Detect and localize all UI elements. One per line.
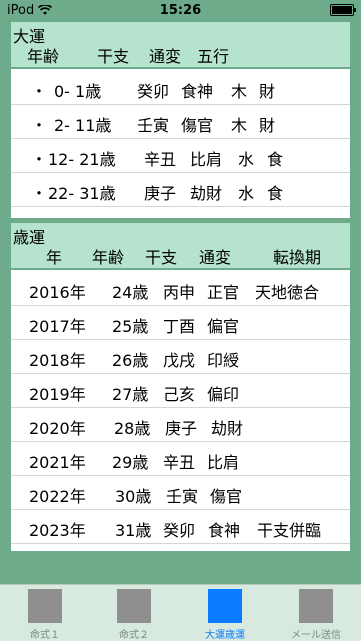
taiun-header: 大運 年齢 干支 通変 五行: [11, 22, 350, 67]
age: 29歳: [112, 453, 149, 472]
year: 2017年: [29, 317, 86, 336]
tab-taiun-saiun[interactable]: 大運歳運: [185, 589, 265, 641]
tab-meishiki2[interactable]: 命式２: [94, 589, 174, 641]
tab-label: 命式１: [30, 630, 60, 641]
taiun-col-tsuhen: 通変: [149, 47, 182, 66]
bullet: ・: [31, 150, 48, 169]
tsuhen: 食神: [208, 521, 241, 540]
taiun-col-age: 年齢: [27, 47, 60, 66]
kanshi: 壬寅: [166, 487, 199, 506]
saiun-row[interactable]: 2017年 25歳 丁酉 偏官: [11, 306, 350, 340]
age-range: 22- 31歳: [48, 184, 116, 203]
tsuhen: 正官: [207, 283, 240, 302]
kanshi: 丙申: [163, 283, 196, 302]
taiun-row[interactable]: ・ 2- 11歳 壬寅 傷官 木 財: [11, 105, 350, 139]
kanshi: 癸卯: [137, 82, 170, 101]
saiun-title: 歳運: [13, 228, 46, 247]
saiun-col-kanshi: 干支: [145, 248, 178, 267]
bullet: ・: [31, 116, 48, 135]
kanshi: 辛丑: [144, 150, 177, 169]
taiun-list[interactable]: ・ 0- 1歳 癸卯 食神 木 財 ・ 2- 11歳 壬寅 傷官 木 財 ・ 1…: [11, 69, 350, 218]
saiun-row[interactable]: 2019年 27歳 己亥 偏印: [11, 374, 350, 408]
taiun-row[interactable]: ・ 12- 21歳 辛丑 比肩 水 食: [11, 139, 350, 173]
age: 24歳: [112, 283, 149, 302]
year: 2022年: [29, 487, 86, 506]
age-range: 12- 21歳: [48, 150, 116, 169]
taiun-col-gogyo: 五行: [197, 47, 230, 66]
age: 31歳: [115, 521, 152, 540]
saiun-col-year: 年: [46, 248, 63, 267]
gogyo-element: 木: [231, 116, 248, 135]
age: 27歳: [112, 385, 149, 404]
tab-label: 大運歳運: [205, 630, 245, 641]
kanshi: 癸卯: [163, 521, 196, 540]
kanshi: 庚子: [165, 419, 198, 438]
tsuhen: 印綬: [207, 351, 240, 370]
saiun-row[interactable]: 2021年 29歳 辛丑 比肩: [11, 442, 350, 476]
bullet: ・: [31, 82, 48, 101]
square-icon: [299, 589, 333, 623]
tsuhen: 比肩: [207, 453, 240, 472]
gogyo-relation: 食: [267, 184, 284, 203]
year: 2023年: [29, 521, 86, 540]
bullet: ・: [31, 184, 48, 203]
saiun-row[interactable]: 2016年 24歳 丙申 正官 天地徳合: [11, 272, 350, 306]
tsuhen: 食神: [181, 82, 214, 101]
year: 2020年: [29, 419, 86, 438]
age: 25歳: [112, 317, 149, 336]
gogyo-element: 水: [238, 150, 255, 169]
age: 28歳: [114, 419, 151, 438]
gogyo-relation: 食: [267, 150, 284, 169]
saiun-row[interactable]: 2018年 26歳 戊戌 印綬: [11, 340, 350, 374]
kanshi: 己亥: [163, 385, 196, 404]
tab-bar: 命式１ 命式２ 大運歳運 メール送信: [0, 584, 361, 641]
age-range: 2- 11歳: [54, 116, 112, 135]
tsuhen: 偏印: [207, 385, 240, 404]
age-range: 0- 1歳: [54, 82, 102, 101]
tenkanki: 天地徳合: [255, 283, 320, 302]
kanshi: 壬寅: [137, 116, 170, 135]
square-icon: [117, 589, 151, 623]
age: 26歳: [112, 351, 149, 370]
gogyo-element: 水: [238, 184, 255, 203]
saiun-row[interactable]: 2020年 28歳 庚子 劫財: [11, 408, 350, 442]
gogyo-relation: 財: [259, 116, 276, 135]
tab-label: メール送信: [291, 630, 341, 641]
saiun-col-tsuhen: 通変: [199, 248, 232, 267]
tsuhen: 偏官: [207, 317, 240, 336]
taiun-row[interactable]: ・ 0- 1歳 癸卯 食神 木 財: [11, 71, 350, 105]
tab-mail[interactable]: メール送信: [276, 589, 356, 641]
tsuhen: 傷官: [210, 487, 243, 506]
saiun-header: 歳運 年 年齢 干支 通変 転換期: [11, 223, 350, 268]
saiun-col-tenkanki: 転換期: [273, 248, 322, 267]
saiun-list[interactable]: 2016年 24歳 丙申 正官 天地徳合 2017年 25歳 丁酉 偏官 201…: [11, 270, 350, 551]
saiun-row[interactable]: 2022年 30歳 壬寅 傷官: [11, 476, 350, 510]
tab-meishiki1[interactable]: 命式１: [5, 589, 85, 641]
year: 2021年: [29, 453, 86, 472]
saiun-row[interactable]: 2023年 31歳 癸卯 食神 干支併臨: [11, 510, 350, 544]
kanshi: 辛丑: [163, 453, 196, 472]
age: 30歳: [115, 487, 152, 506]
taiun-row[interactable]: ・ 22- 31歳 庚子 劫財 水 食: [11, 173, 350, 207]
square-icon: [208, 589, 242, 623]
year: 2019年: [29, 385, 86, 404]
gogyo-relation: 財: [259, 82, 276, 101]
status-time: 15:26: [159, 3, 202, 18]
tsuhen: 比肩: [190, 150, 223, 169]
tab-label: 命式２: [119, 630, 149, 641]
year: 2018年: [29, 351, 86, 370]
kanshi: 戊戌: [163, 351, 196, 370]
tsuhen: 劫財: [190, 184, 223, 203]
kanshi: 庚子: [144, 184, 177, 203]
gogyo-element: 木: [231, 82, 248, 101]
square-icon: [28, 589, 62, 623]
kanshi: 丁酉: [163, 317, 196, 336]
taiun-col-kanshi: 干支: [97, 47, 130, 66]
tsuhen: 傷官: [181, 116, 214, 135]
year: 2016年: [29, 283, 86, 302]
saiun-col-age: 年齢: [92, 248, 125, 267]
tenkanki: 干支併臨: [257, 521, 322, 540]
tsuhen: 劫財: [211, 419, 244, 438]
